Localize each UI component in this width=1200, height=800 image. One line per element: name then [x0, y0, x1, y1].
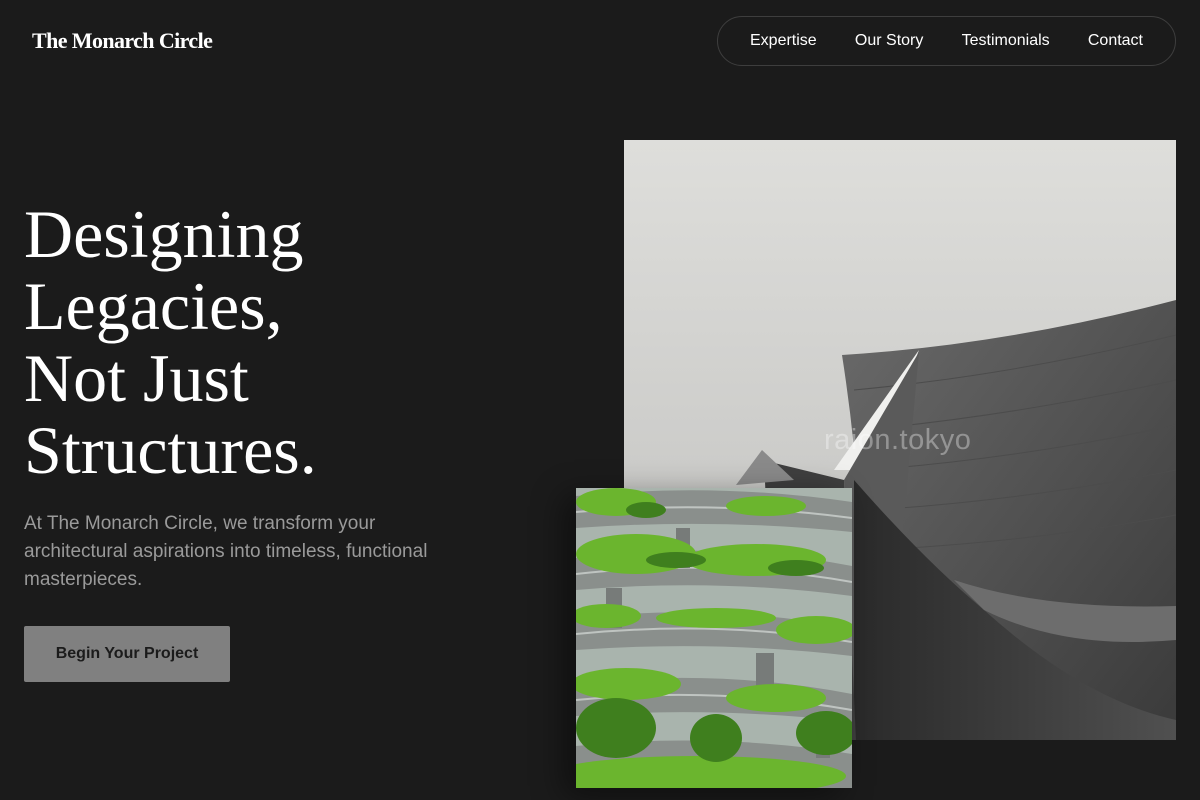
hero-title-line: Structures. — [24, 412, 317, 488]
hero-title-line: Not Just — [24, 340, 249, 416]
nav-link-testimonials[interactable]: Testimonials — [962, 32, 1050, 50]
nav-link-expertise[interactable]: Expertise — [750, 32, 817, 50]
nav-link-our-story[interactable]: Our Story — [855, 32, 923, 50]
nav-link-contact[interactable]: Contact — [1088, 32, 1143, 50]
brand-logo[interactable]: The Monarch Circle — [32, 28, 213, 54]
image-watermark: raion.tokyo — [824, 424, 972, 456]
hero-subtitle: At The Monarch Circle, we transform your… — [24, 513, 428, 590]
hero-title: Designing Legacies, Not Just Structures. — [24, 198, 317, 486]
hero-title-line: Designing — [24, 196, 304, 272]
begin-project-button[interactable]: Begin Your Project — [24, 626, 230, 682]
green-building-illustration — [576, 488, 852, 788]
main-nav: Expertise Our Story Testimonials Contact — [717, 16, 1176, 66]
hero-title-line: Legacies, — [24, 268, 283, 344]
hero-image-green-building — [576, 488, 852, 788]
